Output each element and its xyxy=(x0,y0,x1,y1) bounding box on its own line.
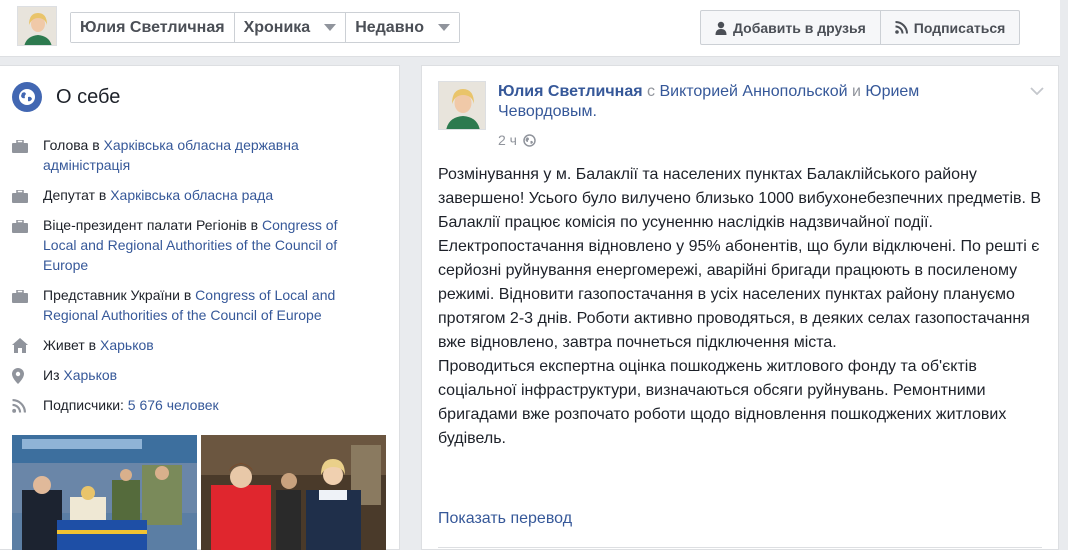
recent-dropdown[interactable]: Недавно xyxy=(346,13,459,42)
home-icon xyxy=(12,338,30,358)
rss-icon xyxy=(12,398,30,418)
follow-button[interactable]: Подписаться xyxy=(881,11,1020,44)
info-prefix: Подписчики: xyxy=(43,397,128,413)
location-pin-icon xyxy=(12,368,30,389)
add-friend-icon xyxy=(715,21,727,35)
globe-icon xyxy=(12,82,42,112)
post-timestamp[interactable]: 2 ч xyxy=(498,132,517,148)
post-divider xyxy=(438,547,1042,548)
about-title: О себе xyxy=(56,85,121,108)
info-link[interactable]: Харьков xyxy=(100,337,154,353)
globe-icon xyxy=(523,133,536,147)
profile-nav: Юлия Светличная Хроника Недавно xyxy=(70,12,460,43)
info-row-work-2: Депутат в Харківська обласна рада xyxy=(12,185,373,208)
post-author-link[interactable]: Юлия Светличная xyxy=(498,83,643,100)
about-header: О себе xyxy=(12,82,120,112)
briefcase-icon xyxy=(12,138,30,175)
info-prefix: Віце-президент палати Регіонів в xyxy=(43,217,262,233)
info-prefix: Голова в xyxy=(43,137,104,153)
post-paragraph: Розмінування у м. Балаклії та населених … xyxy=(438,166,1042,231)
profile-header: Юлия Светличная Хроника Недавно Добавить… xyxy=(0,0,1060,57)
info-link[interactable]: Харьков xyxy=(63,367,117,383)
rss-icon xyxy=(894,21,908,34)
profile-avatar[interactable] xyxy=(17,6,57,46)
info-prefix: Из xyxy=(43,367,64,383)
info-link[interactable]: Харківська обласна рада xyxy=(110,187,273,203)
post-body: Розмінування у м. Балаклії та населених … xyxy=(438,163,1046,451)
info-prefix: Представник України в xyxy=(43,287,196,303)
profile-name: Юлия Светличная xyxy=(80,18,225,36)
profile-name-tab[interactable]: Юлия Светличная xyxy=(71,13,235,42)
info-link[interactable]: 5 676 человек xyxy=(128,397,219,413)
info-row-work-1: Голова в Харківська обласна державна адм… xyxy=(12,135,373,175)
info-row-work-4: Представник України в Congress of Local … xyxy=(12,285,373,325)
post-card: Юлия Светличная с Викторией Аннопольской… xyxy=(421,65,1059,550)
info-row-followers: Подписчики: 5 676 человек xyxy=(12,395,373,418)
timeline-dropdown[interactable]: Хроника xyxy=(234,13,347,42)
photo-thumbnail[interactable] xyxy=(201,435,386,550)
profile-actions: Добавить в друзья Подписаться xyxy=(700,10,1021,45)
recent-label: Недавно xyxy=(355,18,424,36)
info-row-work-3: Віце-президент палати Регіонів в Congres… xyxy=(12,215,373,275)
post-author-avatar[interactable] xyxy=(438,81,486,130)
follow-label: Подписаться xyxy=(913,19,1006,36)
briefcase-icon xyxy=(12,188,30,208)
post-header: Юлия Светличная с Викторией Аннопольской… xyxy=(498,82,993,122)
post-options-chevron-icon[interactable] xyxy=(1030,82,1044,100)
post-meta: 2 ч xyxy=(498,132,536,148)
add-friend-label: Добавить в друзья xyxy=(733,19,866,36)
briefcase-icon xyxy=(12,288,30,325)
see-translation-link[interactable]: Показать перевод xyxy=(438,510,572,528)
about-card: О себе Голова в Харківська обласна держа… xyxy=(0,65,400,550)
photo-thumbnail[interactable] xyxy=(12,435,197,550)
chevron-down-icon xyxy=(437,24,450,31)
photo-grid xyxy=(12,435,386,550)
info-row-from: Из Харьков xyxy=(12,365,373,389)
info-prefix: Живет в xyxy=(43,337,100,353)
info-row-lives: Живет в Харьков xyxy=(12,335,373,358)
post-paragraph: Проводиться експертна оцінка пошкоджень … xyxy=(438,358,1007,447)
post-paragraph: Електропостачання відновлено у 95% абоне… xyxy=(438,238,1040,351)
chevron-down-icon xyxy=(324,24,337,31)
add-friend-button[interactable]: Добавить в друзья xyxy=(701,11,881,44)
briefcase-icon xyxy=(12,218,30,275)
and-word: и xyxy=(852,83,861,100)
tagged-user-link[interactable]: Викторией Аннопольской xyxy=(659,83,847,100)
timeline-label: Хроника xyxy=(243,18,311,36)
with-word: с xyxy=(647,83,656,100)
info-prefix: Депутат в xyxy=(43,187,111,203)
